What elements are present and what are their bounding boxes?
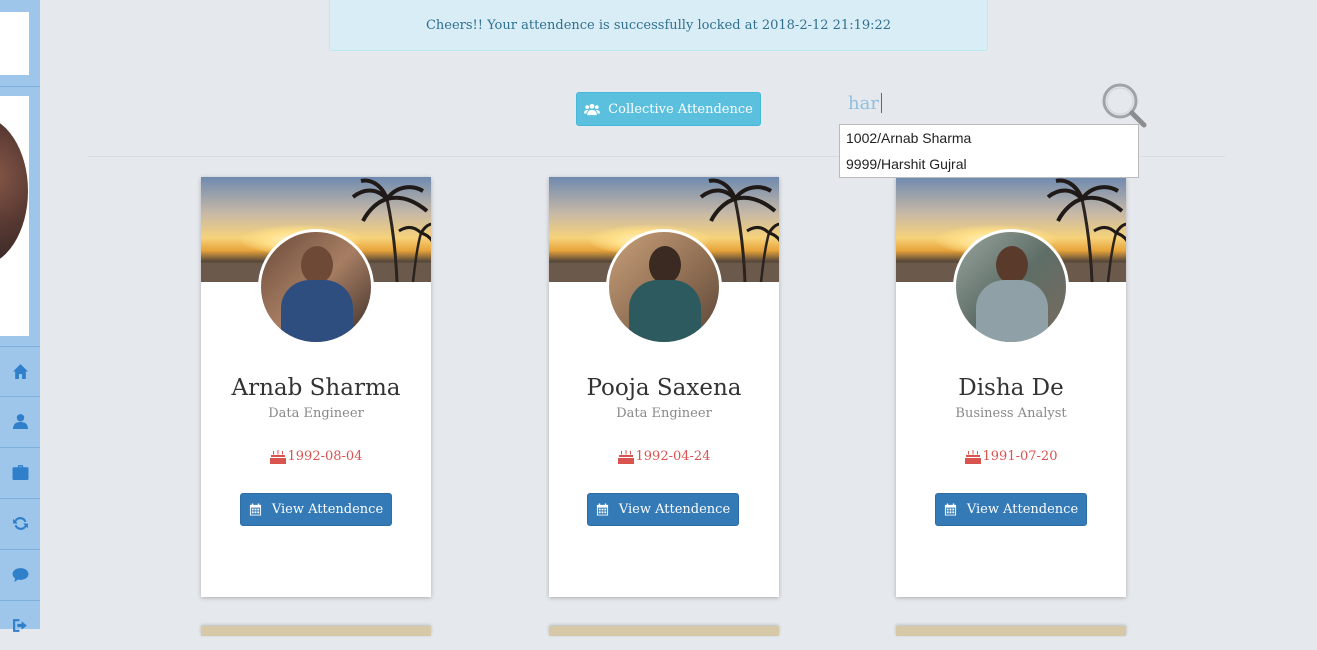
employee-card: Pooja Saxena Data Engineer 1992-04-24 Vi… [549,177,779,597]
sidebar-logo-box [0,12,29,75]
calendar-icon [596,503,608,516]
employee-role: Data Engineer [268,406,364,421]
avatar [606,229,722,345]
sidebar-item-messages[interactable] [0,549,40,599]
success-alert: Cheers!! Your attendence is successfully… [329,0,988,51]
sidebar-item-home[interactable] [0,346,40,396]
employee-name: Disha De [958,375,1064,401]
sign-out-icon [12,618,27,632]
search-input[interactable] [848,90,1088,116]
employee-role: Business Analyst [955,406,1067,421]
autocomplete-item[interactable]: 1002/Arnab Sharma [840,125,1138,151]
avatar [258,229,374,345]
profile-photo [0,96,29,336]
sidebar-item-profile[interactable] [0,396,40,446]
employee-card: Disha De Business Analyst 1991-07-20 Vie… [896,177,1126,597]
sidebar-item-logout[interactable] [0,600,40,650]
user-icon [12,413,28,429]
employee-dob: 1991-07-20 [896,449,1126,464]
search-icon[interactable] [1101,82,1147,128]
employee-dob: 1992-04-24 [549,449,779,464]
sidebar-item-work[interactable] [0,447,40,497]
employee-name: Pooja Saxena [586,375,742,401]
autocomplete-item[interactable]: 9999/Harshit Gujral [840,151,1138,177]
home-icon [12,363,28,379]
avatar [953,229,1069,345]
calendar-icon [944,503,956,516]
briefcase-icon [12,464,28,480]
text-caret [881,93,882,113]
alert-message: Cheers!! Your attendence is successfully… [425,17,892,33]
autocomplete-dropdown: 1002/Arnab Sharma 9999/Harshit Gujral [839,124,1139,178]
sidebar [0,0,40,632]
birthday-cake-icon [269,449,286,464]
birthday-cake-icon [964,449,981,464]
view-attendence-button[interactable]: View Attendence [587,493,739,526]
employee-role: Data Engineer [616,406,712,421]
sidebar-divider [0,86,40,87]
birthday-cake-icon [617,449,634,464]
employee-card-partial [549,626,779,636]
collective-attendence-button[interactable]: Collective Attendence [576,92,761,126]
calendar-icon [249,503,261,516]
users-icon [584,103,601,115]
collective-attendence-label: Collective Attendence [608,101,753,117]
refresh-icon [12,516,28,530]
view-attendence-button[interactable]: View Attendence [240,493,392,526]
employee-card: Arnab Sharma Data Engineer 1992-08-04 Vi… [201,177,431,597]
employee-name: Arnab Sharma [231,375,401,401]
view-attendence-button[interactable]: View Attendence [935,493,1087,526]
employee-card-partial [201,626,431,636]
employee-dob: 1992-08-04 [201,449,431,464]
sidebar-item-refresh[interactable] [0,498,40,548]
employee-card-partial [896,626,1126,636]
comment-icon [12,567,28,582]
